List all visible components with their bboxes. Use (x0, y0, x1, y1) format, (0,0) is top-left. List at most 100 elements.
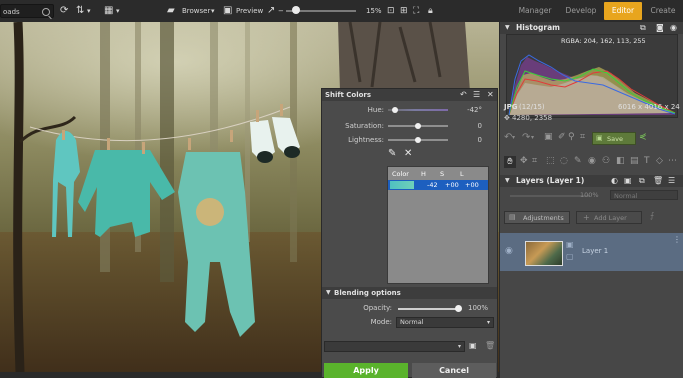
refresh-icon[interactable]: ⟳ (60, 0, 68, 22)
hue-label: Hue: (367, 106, 384, 114)
close-icon[interactable]: ✕ (487, 89, 494, 101)
column-header-color: Color (392, 170, 409, 178)
saturation-slider-thumb[interactable] (415, 123, 421, 129)
hue-slider-thumb[interactable] (392, 107, 398, 113)
selection-tool-icon[interactable]: ⬚ (546, 156, 555, 166)
image-icon[interactable]: ▣ (544, 132, 553, 142)
chevron-down-icon[interactable]: ▾ (116, 0, 120, 22)
brush-tool-icon[interactable]: ✎ (574, 156, 582, 166)
saturation-value[interactable]: 0 (458, 122, 482, 130)
layer-opacity-slider[interactable] (510, 195, 590, 197)
chevron-down-icon[interactable]: ▼ (505, 22, 510, 34)
chevron-down-icon[interactable]: ▼ (505, 175, 510, 187)
dialog-title: Shift Colors (325, 91, 372, 99)
apply-button[interactable]: Apply (324, 363, 408, 378)
image-icon[interactable]: ▣ (223, 0, 232, 22)
more-tools-icon[interactable]: ⋯ (668, 156, 677, 166)
preview-button[interactable]: Preview (236, 0, 263, 22)
chevron-down-icon[interactable]: ▾ (87, 0, 91, 22)
move-tool-icon[interactable]: ✥ (520, 156, 528, 166)
menu-icon[interactable]: ☰ (473, 89, 480, 101)
eyedropper-icon[interactable]: ✎ (388, 148, 396, 159)
histogram-title: Histogram (516, 23, 560, 32)
opacity-value[interactable]: 100% (468, 304, 488, 312)
adjustments-button[interactable]: ▤ Adjustments (504, 211, 570, 224)
adjustments-label: Adjustments (523, 214, 564, 222)
crop-tool-icon[interactable]: ⌗ (532, 156, 537, 166)
fx-icon[interactable]: ⨍ (650, 211, 654, 220)
lightness-slider-thumb[interactable] (415, 137, 421, 143)
zoom-out-icon[interactable]: − (278, 0, 284, 22)
folder-icon[interactable]: ▰ (167, 0, 175, 22)
layer-image-icon[interactable]: ▣ (624, 175, 632, 187)
layer-duplicate-icon[interactable]: ⧉ (639, 175, 645, 187)
save-button[interactable]: ▣ Save (592, 132, 636, 145)
layer-mode-select[interactable]: Normal (610, 190, 678, 200)
tab-manager[interactable]: Manager (513, 0, 557, 22)
hue-value[interactable]: -42° (458, 106, 482, 114)
chevron-down-icon: ▾ (486, 319, 490, 326)
shape-tool-icon[interactable]: ◇ (656, 156, 663, 166)
blending-title: Blending options (334, 289, 401, 297)
sort-icon[interactable]: ⇅ (76, 0, 84, 22)
chevron-down-icon[interactable]: ▾ (211, 0, 215, 22)
lightness-value[interactable]: 0 (458, 136, 482, 144)
layer-type-icon: ▣ (566, 240, 574, 249)
eye-icon[interactable]: ◉ (505, 246, 513, 256)
opacity-slider-thumb[interactable] (455, 305, 462, 312)
opacity-slider[interactable] (398, 308, 458, 310)
camera-icon[interactable]: ◙ (656, 22, 664, 34)
chevron-down-icon[interactable]: ▾ (512, 134, 515, 141)
histogram-options-icon[interactable]: ⧉ (640, 22, 646, 34)
lock-icon[interactable]: 🔒︎ (428, 0, 433, 22)
browser-button[interactable]: Browser (182, 0, 210, 22)
layers-menu-icon[interactable]: ☰ (668, 175, 675, 187)
gradient-tool-icon[interactable]: ▤ (630, 156, 639, 166)
adjustments-icon: ▤ (509, 213, 516, 221)
blend-mode-select[interactable]: Normal ▾ (396, 317, 494, 328)
grid-view-icon[interactable]: ▦ (104, 0, 113, 22)
info-icon[interactable]: ◉ (670, 22, 677, 34)
cancel-button[interactable]: Cancel (412, 363, 496, 378)
save-preset-icon[interactable]: ▣ (469, 341, 477, 350)
actual-size-icon[interactable]: ⊞ (400, 0, 408, 22)
redo-icon[interactable]: ↷ (522, 132, 530, 143)
tab-editor[interactable]: Editor (604, 2, 642, 20)
layer-lock-icon[interactable]: ▢ (566, 252, 574, 261)
share-icon[interactable]: ⋞ (639, 132, 647, 142)
export-icon[interactable]: ↗ (267, 0, 275, 22)
path-text: oads (3, 8, 20, 16)
color-swatch (390, 181, 414, 189)
fit-icon[interactable]: ⊡ (387, 0, 395, 22)
cursor-coordinates: 4280, 2358 (512, 114, 553, 122)
preset-select[interactable]: ▾ (324, 341, 465, 352)
stamp-icon[interactable]: ⚲ (568, 132, 575, 142)
path-input[interactable]: oads (0, 4, 54, 18)
layer-name[interactable]: Layer 1 (582, 247, 608, 255)
layer-thumbnail[interactable] (525, 241, 563, 266)
crop-icon[interactable]: ⌗ (580, 132, 585, 142)
eraser-tool-icon[interactable]: ◧ (616, 156, 625, 166)
crosshair-icon: ✥ (504, 114, 510, 122)
layer-more-icon[interactable]: ⋮ (673, 235, 681, 244)
chevron-down-icon[interactable]: ▾ (531, 134, 534, 141)
eye-tool-icon[interactable]: ◉ (588, 156, 596, 166)
zoom-slider-thumb[interactable] (292, 6, 300, 14)
lasso-tool-icon[interactable]: ◌ (560, 156, 568, 166)
chevron-down-icon[interactable]: ▼ (326, 287, 331, 299)
tab-develop[interactable]: Develop (562, 0, 600, 22)
add-layer-button[interactable]: + Add Layer (576, 211, 642, 224)
layer-mask-icon[interactable]: ◐ (611, 175, 618, 187)
layer-opacity-value[interactable]: 100% (580, 191, 599, 199)
hand-tool-icon[interactable]: ✋︎ (504, 156, 516, 168)
fullscreen-icon[interactable]: ⛶ (413, 0, 419, 22)
clone-tool-icon[interactable]: ⚇ (602, 156, 610, 166)
chevron-down-icon: ▾ (457, 343, 461, 350)
tab-create[interactable]: Create (645, 0, 681, 22)
undo-icon[interactable]: ↶ (460, 89, 467, 101)
text-tool-icon[interactable]: T (644, 156, 650, 166)
remove-icon[interactable]: ✕ (404, 148, 412, 159)
delete-preset-icon[interactable]: 🗑︎ (485, 341, 495, 350)
delete-layer-icon[interactable]: 🗑︎ (653, 175, 663, 187)
brush-icon[interactable]: ✐ (558, 132, 566, 142)
